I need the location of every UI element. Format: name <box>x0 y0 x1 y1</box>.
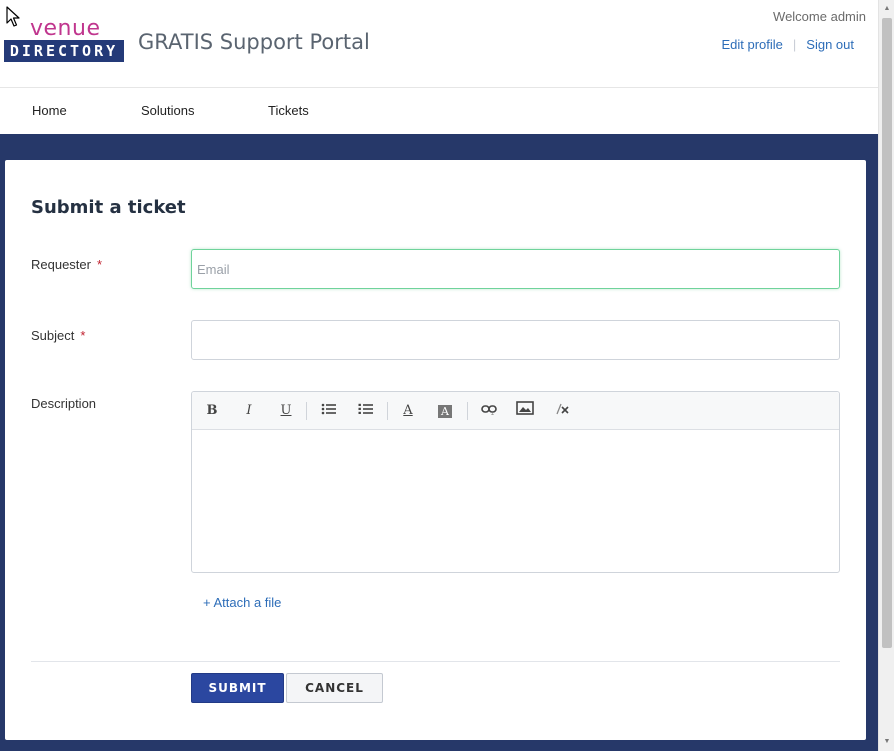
scroll-down-arrow-icon[interactable]: ▼ <box>882 736 892 748</box>
clear-formatting-icon[interactable] <box>551 401 573 421</box>
toolbar-separator <box>387 402 388 420</box>
background-color-icon[interactable]: A <box>434 401 456 421</box>
submit-button[interactable]: SUBMIT <box>191 673 284 703</box>
edit-profile-link[interactable]: Edit profile <box>721 37 782 52</box>
portal-title: GRATIS Support Portal <box>138 30 370 54</box>
nav-home[interactable]: Home <box>32 103 67 118</box>
form-title: Submit a ticket <box>31 197 186 218</box>
logo[interactable]: venue DIRECTORY <box>4 18 124 64</box>
nav-tickets[interactable]: Tickets <box>268 103 309 118</box>
link-separator: | <box>792 37 797 52</box>
editor-toolbar: B I U A A <box>192 392 839 430</box>
scroll-thumb[interactable] <box>882 18 892 648</box>
nav-solutions[interactable]: Solutions <box>141 103 194 118</box>
requester-email-input[interactable] <box>191 249 840 289</box>
description-label: Description <box>31 396 97 411</box>
subject-label: Subject * <box>31 328 85 343</box>
numbered-list-icon[interactable] <box>355 401 377 421</box>
toolbar-separator <box>306 402 307 420</box>
bullet-list-icon[interactable] <box>318 401 340 421</box>
cancel-button[interactable]: CANCEL <box>286 673 383 703</box>
logo-venue-text: venue <box>30 16 101 41</box>
required-mark: * <box>80 328 86 343</box>
form-divider <box>31 661 840 662</box>
requester-label: Requester * <box>31 257 102 272</box>
mouse-cursor-icon <box>6 6 20 27</box>
welcome-text: Welcome admin <box>773 9 866 24</box>
sign-out-link[interactable]: Sign out <box>806 37 854 52</box>
logo-directory-text: DIRECTORY <box>4 40 124 62</box>
attach-file-link[interactable]: + Attach a file <box>203 595 281 610</box>
image-icon[interactable] <box>514 401 536 421</box>
header: venue DIRECTORY GRATIS Support Portal We… <box>0 0 878 88</box>
main-nav: Home Solutions Tickets <box>0 89 878 134</box>
requester-label-text: Requester <box>31 257 91 272</box>
link-icon[interactable] <box>478 401 500 421</box>
description-editor: B I U A A <box>191 391 840 573</box>
background-color-glyph: A <box>438 405 452 418</box>
toolbar-separator <box>467 402 468 420</box>
italic-button[interactable]: I <box>238 401 260 421</box>
scroll-up-arrow-icon[interactable]: ▲ <box>882 3 892 15</box>
subject-input[interactable] <box>191 320 840 360</box>
required-mark: * <box>96 257 103 272</box>
subject-label-text: Subject <box>31 328 75 343</box>
description-text-area[interactable] <box>192 430 839 572</box>
font-color-icon[interactable]: A <box>397 401 419 421</box>
underline-button[interactable]: U <box>275 401 297 421</box>
user-links: Edit profile | Sign out <box>721 37 854 52</box>
page-scrollbar[interactable]: ▲ ▼ <box>878 0 894 751</box>
bold-button[interactable]: B <box>201 401 223 421</box>
